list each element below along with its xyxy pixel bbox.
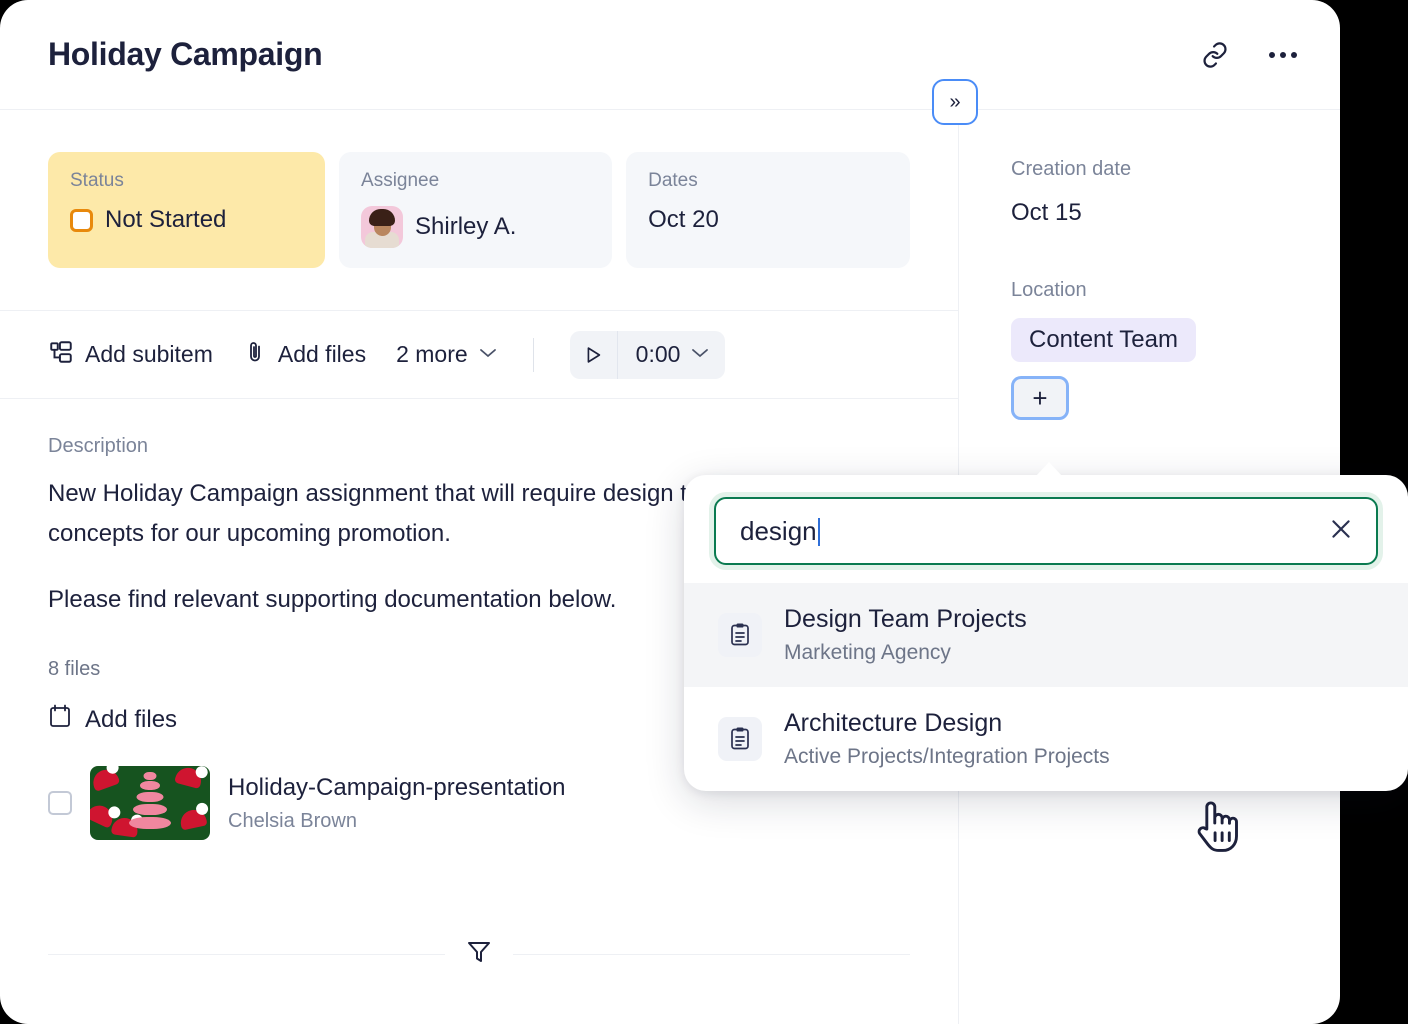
- location-block: Location Content Team +: [1011, 279, 1340, 420]
- popover-arrow: [1035, 462, 1063, 477]
- divider-left: [48, 954, 445, 955]
- calendar-add-icon: [48, 703, 72, 736]
- list-item[interactable]: Design Team Projects Marketing Agency: [684, 583, 1408, 687]
- file-meta: Holiday-Campaign-presentation Chelsia Br…: [228, 774, 566, 833]
- timer-value: 0:00: [636, 341, 681, 368]
- add-subitem-button[interactable]: Add subitem: [48, 339, 213, 371]
- option-title: Design Team Projects: [784, 605, 1027, 634]
- assignee-label: Assignee: [361, 170, 590, 192]
- file-name: Holiday-Campaign-presentation: [228, 774, 566, 802]
- more-actions-dropdown[interactable]: 2 more: [396, 341, 497, 368]
- clipboard-icon: [718, 613, 762, 657]
- add-location-button[interactable]: +: [1011, 376, 1069, 420]
- file-owner: Chelsia Brown: [228, 810, 566, 833]
- field-cards-row: Status Not Started Assignee Shirley: [0, 110, 958, 311]
- toolbar-divider: [533, 338, 534, 372]
- location-search-popover: design Design Team Projects Marketing Ag…: [684, 475, 1408, 791]
- search-input[interactable]: design: [714, 497, 1378, 565]
- option-subtitle: Marketing Agency: [784, 641, 1027, 665]
- file-checkbox[interactable]: [48, 791, 72, 815]
- status-value: Not Started: [105, 206, 226, 234]
- creation-date-label: Creation date: [1011, 158, 1340, 181]
- location-chip[interactable]: Content Team: [1011, 318, 1196, 362]
- avatar: [361, 206, 403, 248]
- timer-value-dropdown[interactable]: 0:00: [618, 341, 726, 368]
- divider-right: [513, 954, 910, 955]
- link-icon[interactable]: [1198, 38, 1232, 72]
- assignee-value: Shirley A.: [415, 213, 516, 241]
- field-card-dates[interactable]: Dates Oct 20: [626, 152, 910, 268]
- description-label: Description: [48, 435, 910, 458]
- field-card-assignee[interactable]: Assignee Shirley A.: [339, 152, 612, 268]
- screenshot-stage: Holiday Campaign Status: [0, 0, 1408, 1024]
- status-value-row: Not Started: [70, 206, 303, 234]
- chevron-down-icon: [691, 346, 709, 363]
- field-card-status[interactable]: Status Not Started: [48, 152, 325, 268]
- clipboard-icon: [718, 717, 762, 761]
- dates-value-row: Oct 20: [648, 206, 888, 234]
- chevron-down-icon: [479, 346, 497, 363]
- filter-funnel-icon[interactable]: [445, 939, 513, 970]
- assignee-value-row: Shirley A.: [361, 206, 590, 248]
- add-files-button[interactable]: Add files: [243, 340, 366, 370]
- search-wrapper: design: [684, 475, 1408, 583]
- more-actions-label: 2 more: [396, 341, 468, 368]
- add-files-label: Add files: [278, 341, 366, 368]
- paperclip-icon: [243, 340, 267, 370]
- list-item-text: Design Team Projects Marketing Agency: [784, 605, 1027, 665]
- dates-label: Dates: [648, 170, 888, 192]
- creation-date-block: Creation date Oct 15: [1011, 158, 1340, 227]
- dates-value: Oct 20: [648, 206, 719, 234]
- ellipsis-icon[interactable]: [1266, 38, 1300, 72]
- list-item[interactable]: Architecture Design Active Projects/Inte…: [684, 687, 1408, 791]
- option-subtitle: Active Projects/Integration Projects: [784, 745, 1110, 769]
- search-value-text: design: [740, 516, 817, 546]
- action-toolbar: Add subitem Add files 2 more: [0, 311, 958, 399]
- header-actions: [1198, 38, 1300, 72]
- page-title: Holiday Campaign: [48, 36, 322, 73]
- card-header: Holiday Campaign: [0, 0, 1340, 110]
- add-subitem-label: Add subitem: [85, 341, 213, 368]
- close-x-icon[interactable]: [1328, 516, 1354, 546]
- play-icon[interactable]: [570, 331, 618, 379]
- location-label: Location: [1011, 279, 1340, 302]
- collapse-panel-button[interactable]: »: [932, 79, 978, 125]
- add-files-link-label: Add files: [85, 706, 177, 734]
- status-checkbox-icon[interactable]: [70, 209, 93, 232]
- search-input-value: design: [740, 516, 1328, 547]
- creation-date-value[interactable]: Oct 15: [1011, 199, 1340, 227]
- list-item-text: Architecture Design Active Projects/Inte…: [784, 709, 1110, 769]
- time-tracker: 0:00: [570, 331, 726, 379]
- file-thumbnail: [90, 766, 210, 840]
- text-caret: [818, 518, 820, 546]
- option-title: Architecture Design: [784, 709, 1110, 738]
- footer-filter-bar: [48, 939, 910, 970]
- subitem-icon: [48, 339, 74, 371]
- status-label: Status: [70, 170, 303, 192]
